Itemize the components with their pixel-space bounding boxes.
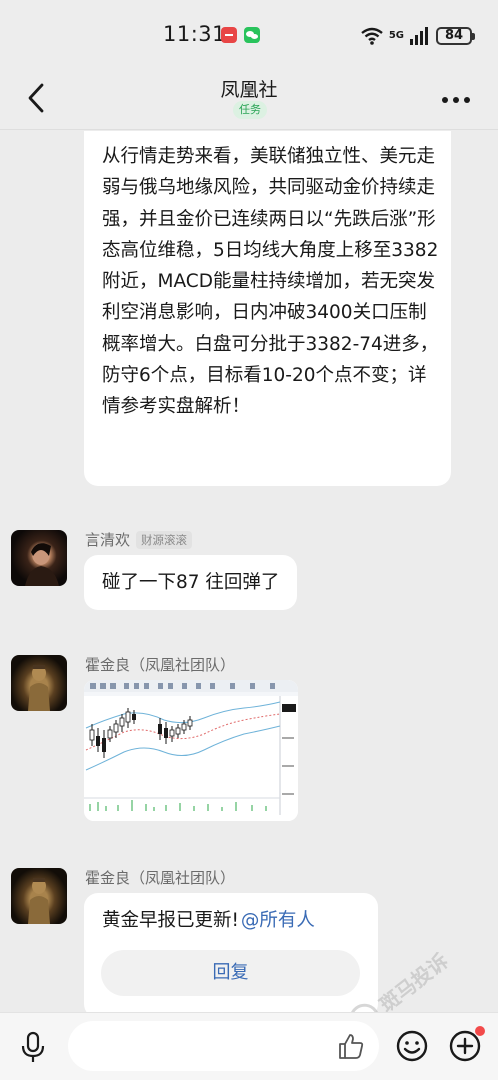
sender-name: 霍金良（凤凰社团队） xyxy=(85,869,236,887)
message-bubble[interactable]: 碰了一下87 往回弹了 xyxy=(84,555,298,610)
mention-all-link[interactable]: @所有人 xyxy=(241,905,315,936)
input-bar xyxy=(0,1012,498,1080)
statue-portrait-icon xyxy=(28,878,50,924)
group-badge: 任务 xyxy=(233,101,267,119)
wechat-notification-icon xyxy=(244,27,260,43)
chat-message-list[interactable]: 从行情走势来看，美联储独立性、美元走弱与俄乌地缘风险，共同驱动金价持续走强，并且… xyxy=(0,131,498,1020)
sender-row: 言清欢 财源滚滚 xyxy=(85,529,193,550)
notice-bubble[interactable]: 黄金早报已更新! @所有人 回复 xyxy=(84,893,378,1018)
more-options-button[interactable] xyxy=(436,90,476,110)
emoji-button[interactable] xyxy=(394,1028,430,1064)
signal-icon xyxy=(410,27,428,45)
thumbs-up-icon xyxy=(339,1034,364,1059)
message-bubble[interactable]: 从行情走势来看，美联储独立性、美元走弱与俄乌地缘风险，共同驱动金价持续走强，并且… xyxy=(84,131,451,486)
status-bar: 11:31 5G 84 xyxy=(0,0,498,70)
avatar[interactable] xyxy=(11,655,67,711)
wifi-icon xyxy=(361,27,383,45)
notification-app-icon xyxy=(221,27,237,43)
status-time: 11:31 xyxy=(163,22,227,46)
notice-text: 黄金早报已更新! xyxy=(102,910,239,931)
reply-button[interactable]: 回复 xyxy=(101,950,360,996)
chat-title: 凤凰社 xyxy=(220,79,278,101)
status-indicators: 5G 84 xyxy=(361,24,475,48)
sender-name: 言清欢 xyxy=(85,531,131,549)
like-button[interactable] xyxy=(333,1028,369,1064)
voice-input-button[interactable] xyxy=(15,1029,51,1065)
sender-row: 霍金良（凤凰社团队） xyxy=(85,867,235,888)
watermark-text: 斑马投诉 xyxy=(374,948,453,1017)
battery-indicator: 84 xyxy=(436,27,475,45)
more-dot-icon xyxy=(464,97,470,103)
candlestick-chart-thumbnail xyxy=(84,680,298,821)
notice-line: 黄金早报已更新! @所有人 xyxy=(102,905,360,936)
more-dot-icon xyxy=(453,97,459,103)
network-type: 5G xyxy=(388,30,404,41)
sender-row: 霍金良（凤凰社团队） xyxy=(85,654,235,675)
more-dot-icon xyxy=(442,97,448,103)
statue-portrait-icon xyxy=(28,665,50,711)
chat-header: 凤凰社 任务 xyxy=(0,70,498,130)
smiley-icon xyxy=(396,1030,428,1062)
notification-dot xyxy=(475,1026,485,1036)
sender-name: 霍金良（凤凰社团队） xyxy=(85,656,236,674)
sender-tag: 财源滚滚 xyxy=(136,530,193,549)
microphone-icon xyxy=(21,1031,45,1062)
avatar[interactable] xyxy=(11,530,67,586)
avatar[interactable] xyxy=(11,868,67,924)
chart-screenshot-image[interactable] xyxy=(84,680,298,821)
person-portrait-icon xyxy=(25,543,59,586)
